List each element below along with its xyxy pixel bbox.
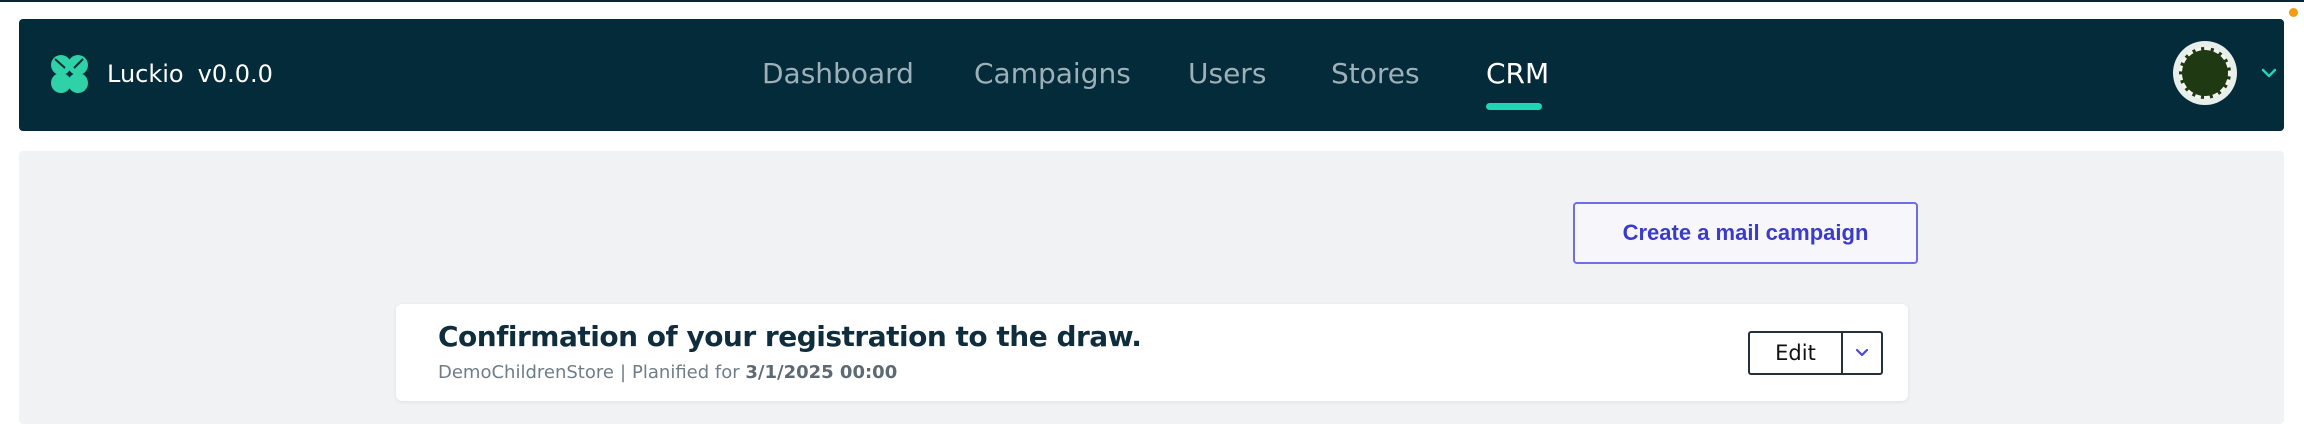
- app-name: Luckio: [107, 60, 184, 88]
- nav-stores[interactable]: Stores: [1331, 57, 1420, 90]
- planned-date: 3/1/2025 00:00: [745, 362, 898, 383]
- top-navbar: Luckio v0.0.0 Dashboard Campaigns Users …: [19, 19, 2284, 131]
- nav-users[interactable]: Users: [1188, 57, 1266, 90]
- edit-dropdown-toggle[interactable]: [1841, 333, 1881, 373]
- campaign-meta: DemoChildrenStore | Planified for 3/1/2025…: [438, 362, 897, 383]
- create-mail-campaign-button[interactable]: Create a mail campaign: [1573, 202, 1918, 264]
- chevron-down-icon: [1855, 348, 1869, 357]
- chevron-down-icon[interactable]: [2261, 67, 2277, 79]
- campaign-title: Confirmation of your registration to the…: [438, 320, 1142, 353]
- notification-dot: [2289, 8, 2298, 17]
- top-border: [0, 0, 2304, 2]
- meta-separator: |: [619, 362, 627, 383]
- avatar-icon: [2179, 47, 2231, 99]
- nav-crm[interactable]: CRM: [1486, 57, 1549, 90]
- edit-button-group: Edit: [1748, 331, 1883, 375]
- clover-icon: [51, 55, 88, 93]
- edit-button[interactable]: Edit: [1750, 333, 1841, 373]
- active-tab-indicator: [1486, 103, 1542, 110]
- campaign-card: Confirmation of your registration to the…: [396, 304, 1908, 401]
- nav-dashboard[interactable]: Dashboard: [762, 57, 914, 90]
- app-version: v0.0.0: [197, 60, 273, 88]
- nav-campaigns[interactable]: Campaigns: [974, 57, 1131, 90]
- brand[interactable]: Luckio v0.0.0: [45, 45, 273, 103]
- avatar[interactable]: [2173, 41, 2237, 105]
- campaign-store: DemoChildrenStore: [438, 362, 614, 383]
- planned-label: Planified for: [632, 362, 740, 383]
